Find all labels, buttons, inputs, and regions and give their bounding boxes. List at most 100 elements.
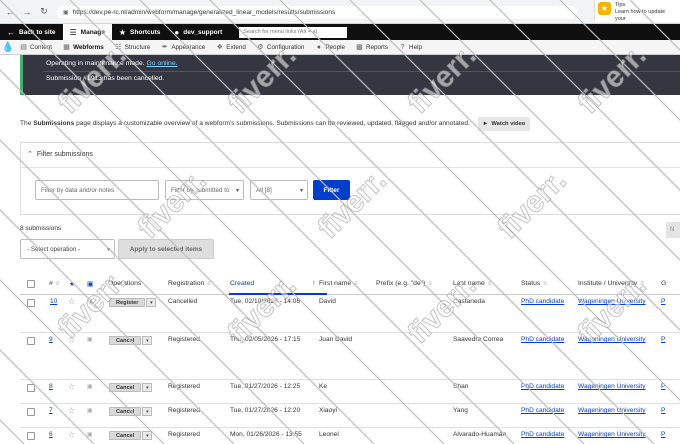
lock-icon[interactable]: ▣	[87, 407, 93, 414]
submission-id-link[interactable]: 9	[49, 336, 53, 343]
submission-id-link[interactable]: 6	[49, 431, 53, 438]
col-registration[interactable]: Registration ≡	[168, 280, 211, 287]
apply-selected-button[interactable]: Apply to selected items	[118, 239, 214, 259]
status-link[interactable]: PhD candidate	[521, 336, 564, 343]
sort-icon: ≡	[428, 281, 432, 287]
institute-link[interactable]: Wageningen University	[578, 336, 646, 343]
chevron-down-icon[interactable]: ▾	[146, 298, 157, 307]
sort-icon: ≡	[487, 281, 492, 287]
operation-label[interactable]: Cancel	[109, 431, 142, 440]
manage-tab[interactable]: ☰ Manage	[62, 24, 112, 40]
tray-item-structure[interactable]: ☷ Structure	[115, 44, 150, 52]
select-all-checkbox[interactable]	[27, 280, 35, 288]
filter-button[interactable]: Filter	[313, 180, 350, 200]
submission-id-link[interactable]: 8	[49, 383, 53, 390]
operation-label[interactable]: Cancel	[109, 407, 142, 416]
row-checkbox[interactable]	[27, 408, 35, 416]
operation-label[interactable]: Cancel	[109, 336, 142, 345]
chevron-down-icon[interactable]: ▾	[142, 407, 153, 416]
submission-id-link[interactable]: 7	[49, 407, 53, 414]
submitted-to-select[interactable]: Filter by submitted to ▾	[165, 180, 244, 200]
status-link[interactable]: PhD candidate	[521, 383, 564, 390]
tray-item-help[interactable]: ? Help	[399, 44, 422, 51]
tray-item-configuration[interactable]: ⚙ Configuration	[257, 44, 304, 52]
col-status[interactable]: Status ≡	[521, 280, 547, 287]
g-link[interactable]: P	[661, 407, 665, 414]
col-sid[interactable]: # ≡	[49, 280, 59, 287]
tray-item-appearance[interactable]: ✒ Appearance	[161, 44, 205, 52]
tray-item-webforms[interactable]: ▦ Webforms	[63, 44, 104, 52]
filter-toggle[interactable]: ⌃ Filter submissions	[27, 150, 93, 159]
status-link[interactable]: PhD candidate	[521, 407, 564, 414]
row-checkbox[interactable]	[27, 432, 35, 440]
page-icon: ▤	[20, 44, 27, 51]
back-arrow-icon[interactable]: ←	[3, 5, 17, 19]
reload-icon[interactable]: ↻	[37, 5, 51, 19]
tray-item-reports[interactable]: ▩ Reports	[356, 44, 388, 52]
col-first-name-label: First name	[319, 280, 352, 287]
row-checkbox[interactable]	[27, 337, 35, 345]
col-last-name[interactable]: Last name ≡	[453, 280, 491, 287]
lock-icon[interactable]: ▣	[87, 336, 93, 343]
tray-item-extend[interactable]: ❖ Extend	[216, 44, 246, 52]
row-checkbox[interactable]	[27, 299, 35, 307]
address-bar[interactable]: ▣ https://dev.pe-rc.nl/admin/webform/man…	[57, 6, 577, 19]
col-institute[interactable]: Institute / University ≡	[578, 280, 644, 287]
status-link[interactable]: PhD candidate	[521, 298, 564, 305]
col-g[interactable]: G	[661, 280, 666, 287]
submission-count: 8 submissions	[20, 225, 62, 232]
shortcuts-tab[interactable]: ★ Shortcuts	[112, 24, 168, 40]
institute-link[interactable]: Wageningen University	[578, 431, 646, 438]
operation-label[interactable]: Cancel	[109, 383, 142, 392]
col-prefix[interactable]: Prefix (e.g. "de") ≡	[376, 280, 432, 287]
drupal-logo-icon[interactable]: 💧	[0, 40, 16, 55]
star-icon[interactable]: ☆	[68, 335, 75, 344]
g-link[interactable]: P	[661, 431, 665, 438]
tray-item-people[interactable]: ● People	[315, 44, 345, 51]
lock-icon[interactable]: ▣	[87, 431, 93, 438]
operation-button[interactable]: Register ▾	[109, 298, 157, 307]
col-operations: Operations	[108, 280, 142, 287]
col-created[interactable]: Created ↑	[230, 280, 316, 287]
forward-arrow-icon[interactable]: →	[20, 5, 34, 19]
back-to-site-link[interactable]: ← Back to site	[0, 24, 63, 40]
state-select[interactable]: All [8] ▾	[250, 180, 308, 200]
lock-icon[interactable]: ▣	[87, 383, 93, 390]
tips-notification[interactable]: ★ Tips Learn how to update your	[594, 0, 680, 22]
table-row: 7 ☆ ▣ Cancel ▾ Registered Tue, 01/27/2026…	[20, 404, 680, 428]
col-first-name[interactable]: First name ≡	[319, 280, 358, 287]
institute-link[interactable]: Wageningen University	[578, 407, 646, 414]
g-link[interactable]: P	[661, 298, 665, 305]
chevron-down-icon[interactable]: ▾	[142, 336, 153, 345]
operation-button[interactable]: Cancel ▾	[109, 431, 153, 440]
chevron-down-icon[interactable]: ▾	[142, 431, 153, 440]
chevron-down-icon[interactable]: ▾	[142, 383, 153, 392]
operation-button[interactable]: Cancel ▾	[109, 383, 153, 392]
toolbar-search-input[interactable]: Search for menu links (Alt + a)	[239, 26, 348, 38]
chevron-down-icon: ▾	[235, 188, 239, 194]
row-checkbox[interactable]	[27, 384, 35, 392]
institute-link[interactable]: Wageningen University	[578, 383, 646, 390]
institute-link[interactable]: Wageningen University	[578, 298, 646, 305]
go-online-link[interactable]: Go online.	[147, 60, 178, 67]
g-link[interactable]: P	[661, 383, 665, 390]
filter-keys-input[interactable]: Filter by data and/or notes	[35, 180, 159, 200]
operation-button[interactable]: Cancel ▾	[109, 407, 153, 416]
star-icon[interactable]: ☆	[68, 406, 75, 415]
star-icon[interactable]: ☆	[68, 297, 75, 306]
col-institute-label: Institute / University	[578, 280, 638, 287]
tray-item-content[interactable]: ▤ Content	[20, 44, 52, 52]
truncated-button[interactable]: N	[666, 222, 680, 238]
status-link[interactable]: PhD candidate	[521, 431, 564, 438]
watch-video-button[interactable]: ► Watch video	[478, 117, 530, 131]
sort-asc-icon: ↑	[312, 280, 316, 287]
user-tab[interactable]: ● dev_support	[167, 24, 229, 40]
operation-button[interactable]: Cancel ▾	[109, 336, 153, 345]
g-link[interactable]: P	[661, 336, 665, 343]
star-icon[interactable]: ☆	[68, 382, 75, 391]
operation-label[interactable]: Register	[109, 298, 146, 307]
submission-id-link[interactable]: 10	[50, 298, 57, 305]
star-icon[interactable]: ☆	[68, 430, 75, 439]
bulk-operation-select[interactable]: - Select operation - ▾	[20, 239, 115, 259]
lock-icon[interactable]: ▣	[87, 298, 93, 305]
